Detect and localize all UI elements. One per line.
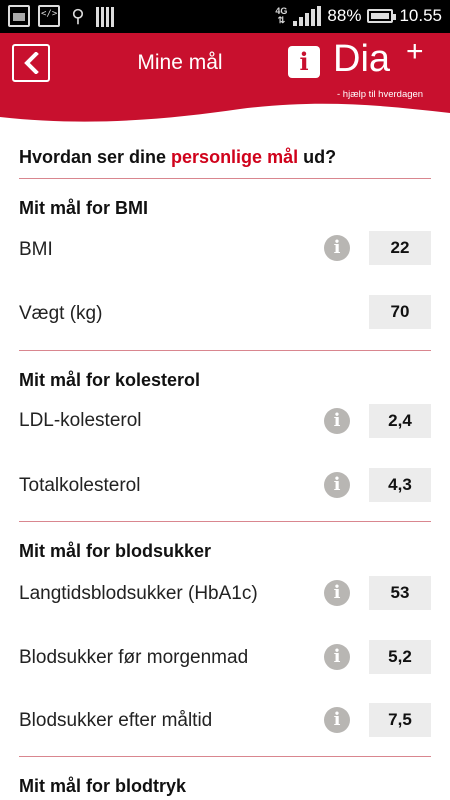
section-title-blood-sugar: Mit mål for blodsukker	[19, 541, 212, 561]
section-title-blood-pressure: Mit mål for blodtryk	[19, 776, 187, 796]
value-field-fasting-sugar[interactable]: 5,2	[369, 640, 431, 674]
info-icon[interactable]: i	[324, 580, 350, 606]
row-label-total-cholesterol: Totalkolesterol	[19, 475, 141, 496]
usb-icon: ⚲	[71, 6, 85, 26]
row-label-ldl: LDL-kolesterol	[19, 410, 142, 431]
value-field-ldl[interactable]: 2,4	[369, 404, 431, 438]
row-label-fasting-sugar: Blodsukker før morgenmad	[19, 647, 249, 668]
battery-percent: 88%	[327, 6, 362, 25]
divider	[19, 521, 431, 522]
question-heading: Hvordan ser dine personlige mål ud?	[19, 147, 337, 167]
row-label-weight: Vægt (kg)	[19, 303, 103, 324]
info-icon[interactable]: i	[324, 472, 350, 498]
clock: 10.55	[399, 6, 442, 25]
notification-icons: ⚲	[8, 5, 114, 27]
value-field-total-cholesterol[interactable]: 4,3	[369, 468, 431, 502]
value-field-hba1c[interactable]: 53	[369, 576, 431, 610]
signal-icon	[293, 6, 322, 26]
gallery-icon	[8, 5, 30, 27]
info-button[interactable]: i	[288, 46, 320, 78]
divider	[19, 350, 431, 351]
section-title-cholesterol: Mit mål for kolesterol	[19, 370, 201, 390]
value-field-bmi[interactable]: 22	[369, 231, 431, 265]
barcode-icon	[96, 5, 114, 27]
battery-icon	[367, 9, 397, 23]
info-icon[interactable]: i	[324, 235, 350, 261]
code-icon	[38, 5, 60, 27]
section-title-bmi: Mit mål for BMI	[19, 198, 148, 218]
row-label-hba1c: Langtidsblodsukker (HbA1c)	[19, 583, 258, 604]
dia-logo: Dia + - hjælp til hverdagen	[333, 35, 424, 100]
value-field-weight[interactable]: 70	[369, 295, 431, 329]
value-field-post-meal-sugar[interactable]: 7,5	[369, 703, 431, 737]
divider	[19, 756, 431, 757]
status-bar: ⚲ 4G⇅ 88% 10.55	[0, 0, 450, 33]
info-icon[interactable]: i	[324, 644, 350, 670]
app-header: Mine mål i Dia + - hjælp til hverdagen	[0, 33, 450, 125]
row-label-bmi: BMI	[19, 239, 53, 260]
divider	[19, 178, 431, 179]
network-type: 4G ⇅	[275, 6, 288, 25]
row-label-post-meal-sugar: Blodsukker efter måltid	[19, 710, 213, 731]
info-icon[interactable]: i	[324, 408, 350, 434]
info-icon[interactable]: i	[324, 707, 350, 733]
